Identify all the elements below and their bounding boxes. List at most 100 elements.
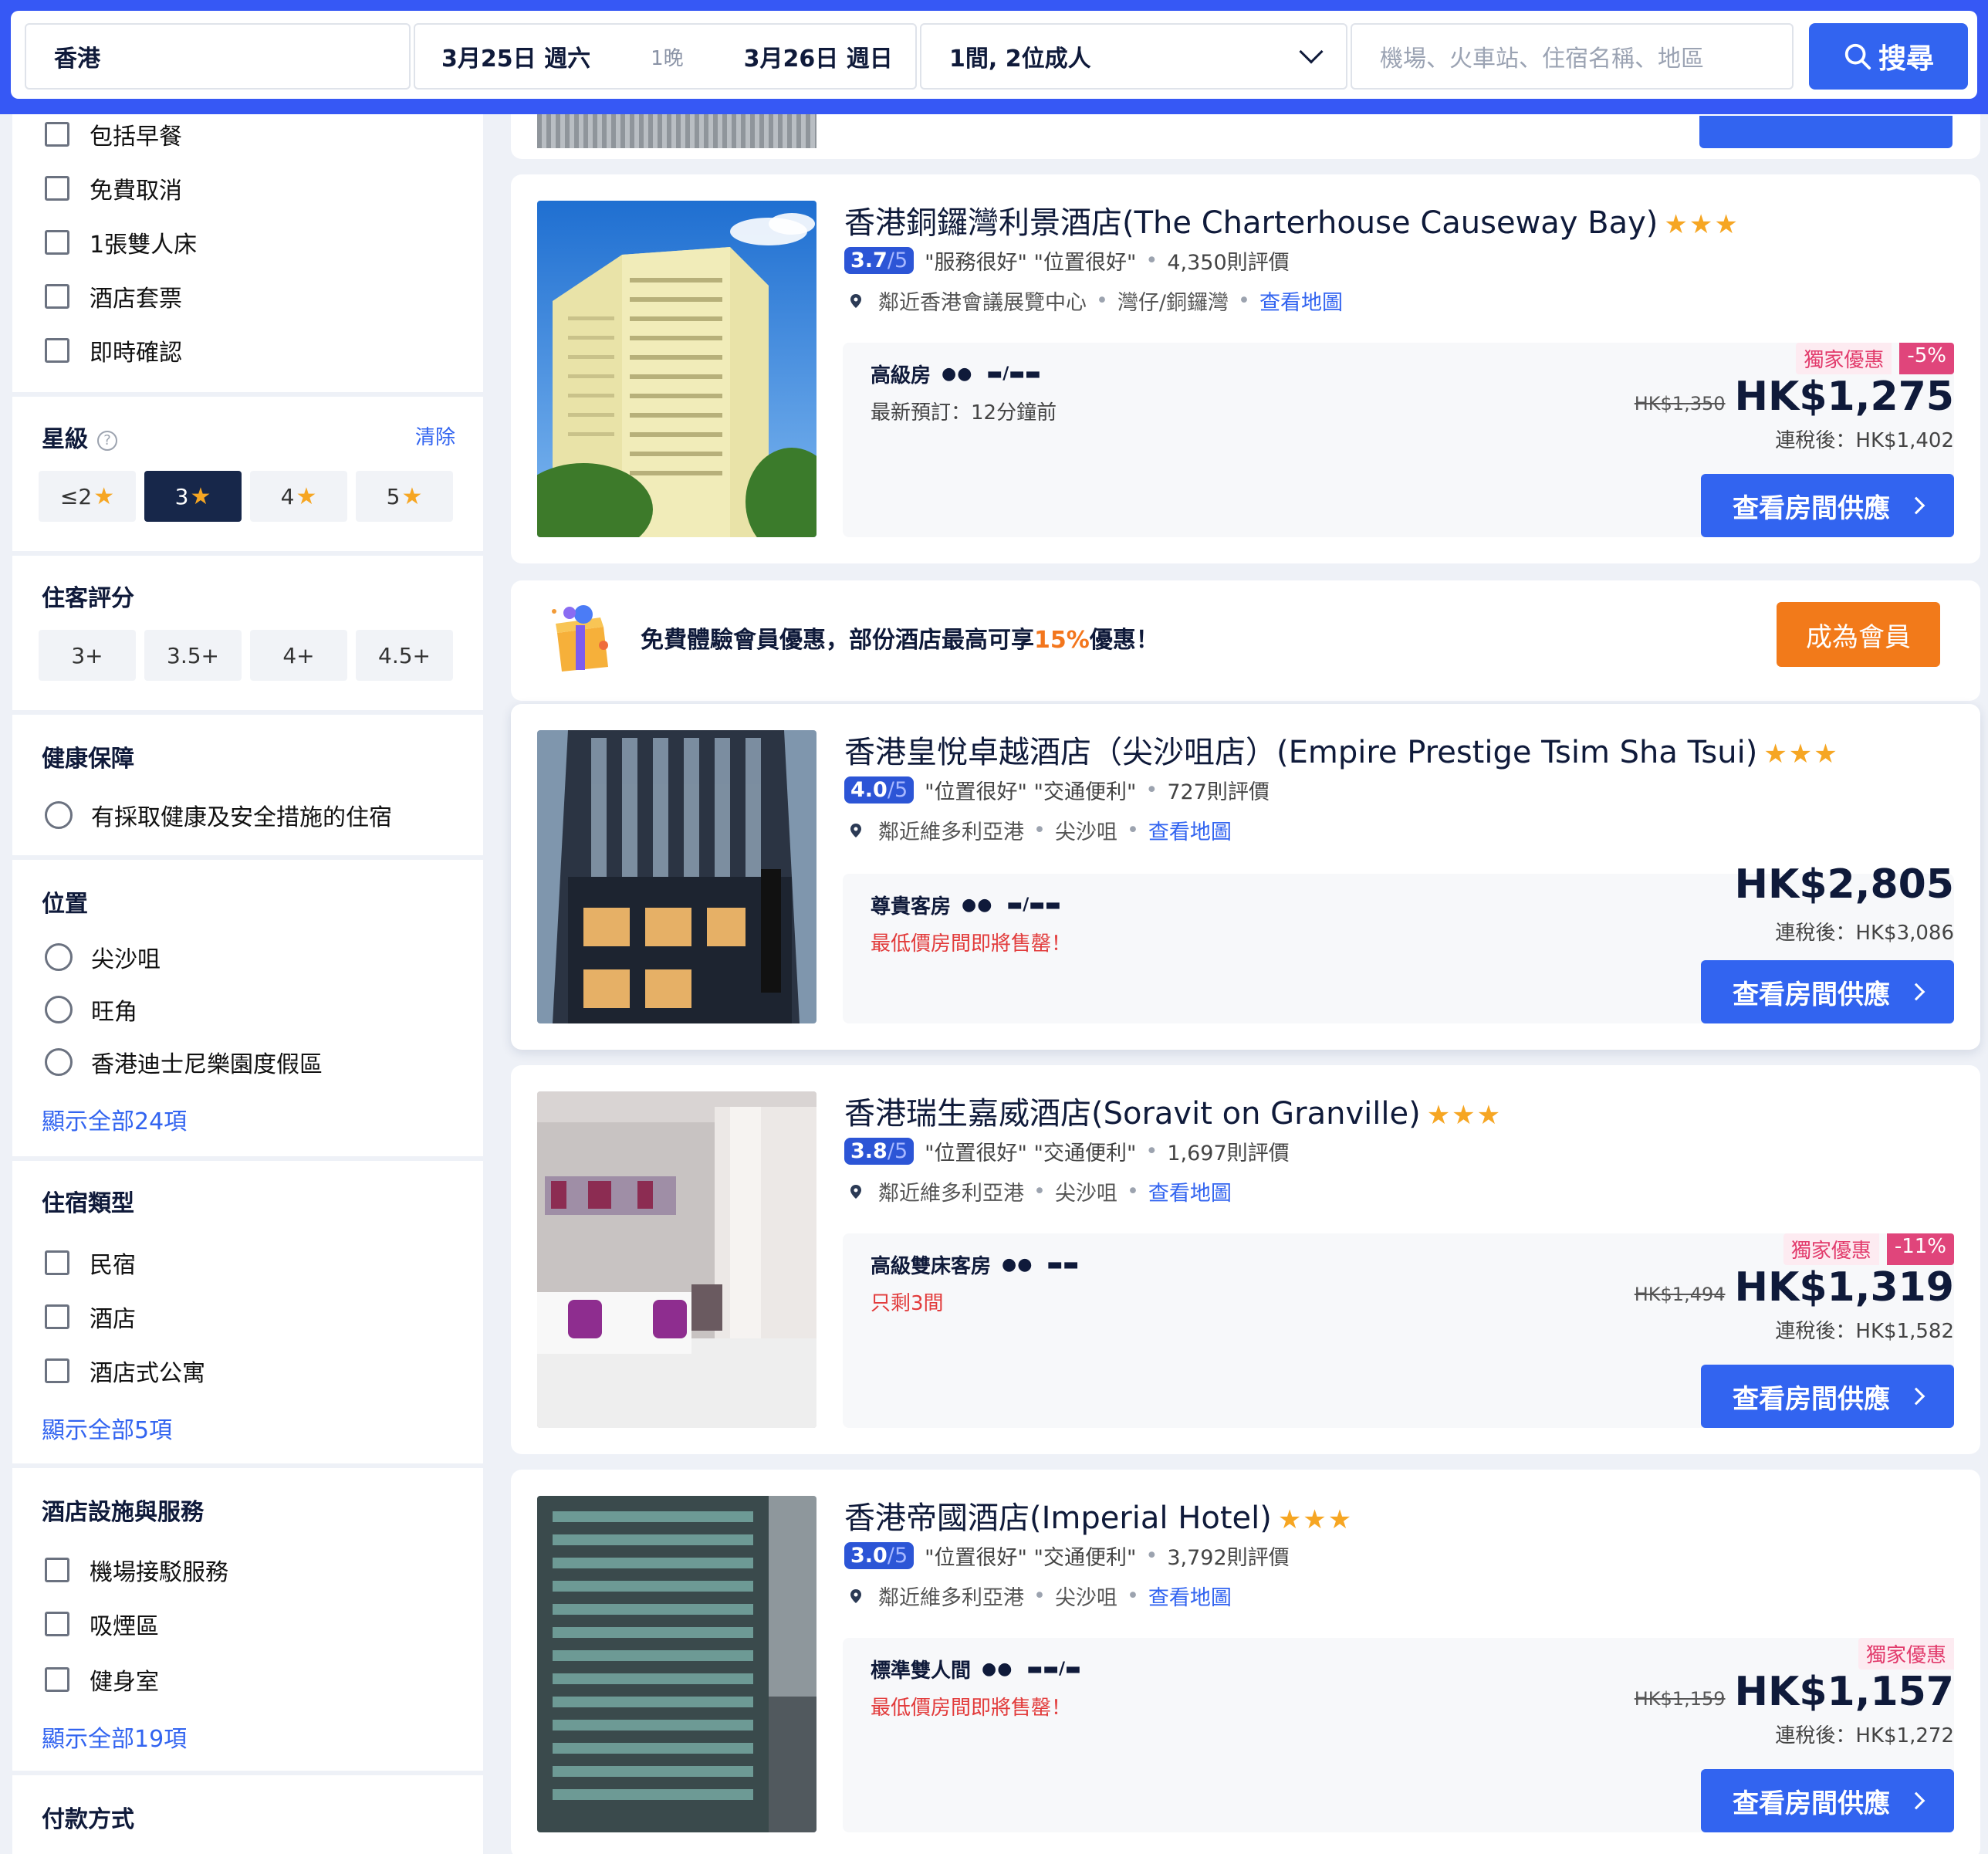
radio-button[interactable] [45, 1048, 73, 1076]
view-map-link[interactable]: 查看地圖 [1148, 815, 1232, 845]
hotel-photo[interactable] [537, 1496, 816, 1832]
checkbox[interactable] [45, 284, 69, 309]
property-type-show-all-link[interactable]: 顯示全部5項 [42, 1411, 172, 1445]
current-price: HK$1,275 [1734, 374, 1954, 420]
location-title: 位置 [42, 891, 88, 918]
price-row: HK$2,805 [1735, 861, 1954, 908]
checkbox[interactable] [45, 1558, 69, 1582]
bed-icon: ▬▬ [1046, 1255, 1079, 1274]
rating-chip[interactable]: 3.5+ [144, 630, 242, 681]
guests-select[interactable]: 1間, 2位成人 [920, 23, 1347, 90]
separator-dot: • [1033, 1179, 1046, 1203]
chevron-right-icon [1907, 496, 1925, 515]
view-rooms-button[interactable]: 查看房間供應 [1701, 1769, 1954, 1832]
filter-option[interactable]: 民宿 [45, 1246, 136, 1280]
filter-option[interactable]: 尖沙咀 [45, 940, 161, 974]
filter-option-label: 尖沙咀 [91, 946, 161, 973]
score-denominator: /5 [887, 778, 908, 802]
become-member-button[interactable]: 成為會員 [1777, 602, 1940, 667]
radio-button[interactable] [45, 801, 73, 829]
view-map-link[interactable]: 查看地圖 [1259, 286, 1343, 316]
location-show-all-link[interactable]: 顯示全部24項 [42, 1102, 187, 1136]
filter-option[interactable]: 即時確認 [45, 333, 182, 367]
star-clear-link[interactable]: 清除 [415, 421, 455, 450]
hotel-card[interactable]: 香港皇悅卓越酒店（尖沙咀店）(Empire Prestige Tsim Sha … [511, 704, 1980, 1050]
view-rooms-button[interactable]: 查看房間供應 [1701, 960, 1954, 1023]
review-count[interactable]: 1,697則評價 [1167, 1136, 1289, 1166]
checkbox[interactable] [45, 122, 69, 147]
filter-option-label: 免費取消 [90, 178, 182, 205]
filter-option[interactable]: 有採取健康及安全措施的住宿 [45, 798, 392, 832]
view-map-link[interactable]: 查看地圖 [1148, 1176, 1232, 1206]
view-rooms-button[interactable]: 查看房間供應 [1701, 1365, 1954, 1428]
room-offer[interactable]: 高級雙床客房 ●● ▬▬ 只剩3間 獨家優惠 -11% HK$1,494 HK$1,31… [843, 1233, 1954, 1428]
hotel-photo[interactable] [537, 730, 816, 1023]
checkbox[interactable] [45, 1304, 69, 1329]
search-button[interactable]: 搜尋 [1809, 23, 1968, 90]
star-chip-5[interactable]: 5 ★ [356, 471, 453, 522]
hotel-card[interactable]: 香港帝國酒店(Imperial Hotel) ★★★ 3.0/5 "位置很好" "… [511, 1470, 1980, 1854]
keyword-input[interactable]: 機場、火車站、住宿名稱、地區 [1351, 23, 1794, 90]
health-title: 健康保障 [42, 746, 134, 773]
radio-button[interactable] [45, 996, 73, 1023]
hotel-card[interactable]: 香港瑞生嘉威酒店(Soravit on Granville) ★★★ 3.8/5 … [511, 1065, 1980, 1454]
review-count[interactable]: 3,792則評價 [1167, 1541, 1289, 1571]
nearby-landmark: 鄰近維多利亞港 [878, 820, 1024, 844]
review-count[interactable]: 727則評價 [1167, 775, 1270, 805]
radio-button[interactable] [45, 943, 73, 971]
room-offer[interactable]: 高級房 ●● ▬/▬▬ 最新預訂：12分鐘前 獨家優惠 -5% HK$1,350 HK$… [843, 343, 1954, 537]
hotel-name[interactable]: 香港銅鑼灣利景酒店(The Charterhouse Causeway Bay)… [844, 198, 1740, 242]
rating-row: 3.7/5 "服務很好" "位置很好" • 4,350則評價 [844, 245, 1290, 276]
star-chip-4[interactable]: 4 ★ [250, 471, 347, 522]
chip-label: 4+ [282, 642, 315, 668]
rating-chip[interactable]: 3+ [39, 630, 136, 681]
checkbox[interactable] [45, 1667, 69, 1692]
rating-chip[interactable]: 4.5+ [356, 630, 453, 681]
filter-option[interactable]: 免費取消 [45, 171, 182, 205]
filter-option[interactable]: 包括早餐 [45, 117, 182, 151]
room-offer[interactable]: 標準雙人間 ●● ▬▬/▬ 最低價房間即將售罄！ 獨家優惠 HK$1,159 HK$1… [843, 1638, 1954, 1832]
filter-option[interactable]: 酒店式公寓 [45, 1354, 205, 1388]
hotel-name[interactable]: 香港瑞生嘉威酒店(Soravit on Granville) ★★★ [844, 1088, 1502, 1133]
review-count[interactable]: 4,350則評價 [1167, 245, 1289, 276]
hotel-card[interactable]: 香港銅鑼灣利景酒店(The Charterhouse Causeway Bay)… [511, 174, 1980, 563]
room-name: 高級雙床客房 ●● ▬▬ [871, 1250, 1079, 1279]
filter-option[interactable]: 酒店套票 [45, 279, 182, 313]
hotel-photo[interactable] [537, 201, 816, 537]
view-rooms-button[interactable] [1699, 116, 1952, 148]
filter-option[interactable]: 香港迪士尼樂園度假區 [45, 1045, 323, 1079]
help-icon[interactable]: ? [97, 430, 117, 451]
filter-section-health [12, 715, 483, 860]
star-chip-3[interactable]: 3 ★ [144, 471, 242, 522]
star-rating: ★★★ [1426, 1100, 1503, 1131]
view-rooms-button[interactable]: 查看房間供應 [1701, 474, 1954, 537]
rating-chip[interactable]: 4+ [250, 630, 347, 681]
review-tags: "位置很好" "交通便利" [925, 1546, 1137, 1570]
deal-badges: 獨家優惠 -5% [1796, 343, 1954, 374]
filter-option[interactable]: 健身室 [45, 1663, 159, 1697]
checkbox[interactable] [45, 338, 69, 363]
checkbox[interactable] [45, 1358, 69, 1383]
filter-option-label: 有採取健康及安全措施的住宿 [91, 804, 392, 831]
price-after-tax: 連稅後：HK$1,402 [1775, 429, 1954, 452]
checkbox[interactable] [45, 230, 69, 255]
facilities-show-all-link[interactable]: 顯示全部19項 [42, 1720, 187, 1754]
filter-option[interactable]: 吸煙區 [45, 1607, 159, 1641]
checkbox[interactable] [45, 176, 69, 201]
hotel-name[interactable]: 香港皇悅卓越酒店（尖沙咀店）(Empire Prestige Tsim Sha … [844, 727, 1839, 772]
filter-option[interactable]: 旺角 [45, 993, 137, 1027]
filter-option[interactable]: 酒店 [45, 1300, 136, 1334]
filter-option[interactable]: 1張雙人床 [45, 225, 197, 259]
hotel-photo[interactable] [537, 1091, 816, 1428]
location-row: 鄰近維多利亞港 • 尖沙咀 • 查看地圖 [844, 1176, 1232, 1206]
checkbox[interactable] [45, 1612, 69, 1636]
star-chip-2[interactable]: ≤2 ★ [39, 471, 136, 522]
hotel-name[interactable]: 香港帝國酒店(Imperial Hotel) ★★★ [844, 1493, 1353, 1538]
room-offer[interactable]: 尊貴客房 ●● ▬/▬▬ 最低價房間即將售罄！ HK$2,805 連稅後：HK$3,… [843, 861, 1954, 1023]
destination-field[interactable]: 香港 [25, 23, 411, 90]
filter-option[interactable]: 機場接駁服務 [45, 1553, 228, 1587]
view-map-link[interactable]: 查看地圖 [1148, 1581, 1232, 1611]
checkbox[interactable] [45, 1250, 69, 1275]
review-tags: "位置很好" "交通便利" [925, 1142, 1137, 1166]
date-range-field[interactable]: 3月25日 週六 1晚 3月26日 週日 [414, 23, 917, 90]
